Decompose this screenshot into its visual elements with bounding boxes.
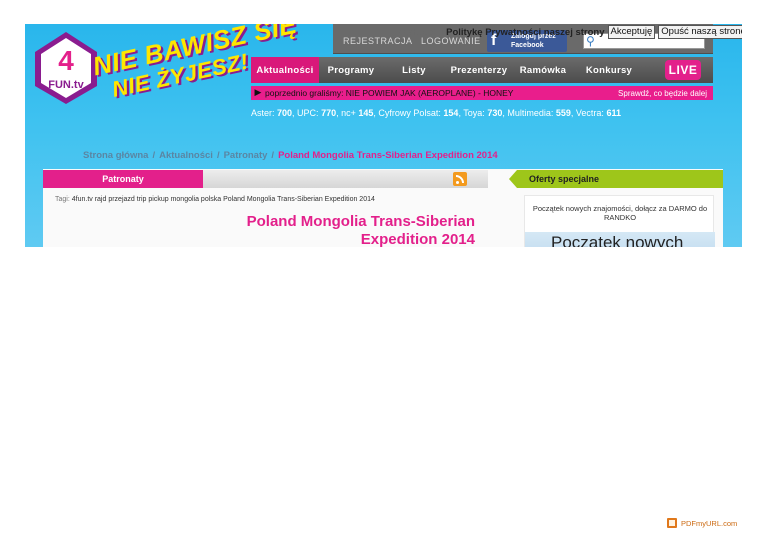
cookie-accept-button[interactable]: Akceptuję (607, 25, 656, 39)
article-title-line-2: Expedition 2014 (360, 231, 475, 247)
pdfmyurl-label: PDFmyURL.com (681, 518, 738, 528)
nav-item-listy[interactable]: Listy (383, 57, 445, 83)
channel-name: , Cyfrowy Polsat: (373, 108, 444, 118)
nav-item-konkursy[interactable]: Konkursy (573, 57, 645, 83)
nav-item-prezenterzy[interactable]: Prezenterzy (445, 57, 513, 83)
now-playing-bar: ▶ poprzednio graliśmy: NIE POWIEM JAK (A… (251, 86, 713, 100)
channel-name: , Multimedia: (502, 108, 556, 118)
channel-name: Aster: (251, 108, 278, 118)
channel-number: 730 (487, 108, 503, 118)
main-nav: Aktualności Programy Listy Prezenterzy R… (251, 57, 713, 83)
section-tab-bar (203, 170, 488, 188)
pdf-page: { "cookie_bar": { "message_prefix": "Zaa… (0, 0, 768, 543)
tags-list[interactable]: 4fun.tv rajd przejazd trip pickup mongol… (72, 196, 375, 203)
schedule-next-link[interactable]: Sprawdź, co będzie dalej (618, 89, 713, 98)
breadcrumb-separator: / (152, 150, 156, 161)
offer-text[interactable]: Początek nowych znajomości, dołącz za DA… (525, 204, 715, 222)
privacy-policy-link[interactable]: Politykę Prywatności naszej strony (446, 27, 604, 38)
logo-number: 4 (58, 45, 74, 76)
play-icon[interactable]: ▶ (251, 88, 265, 98)
article-title-line-1: Poland Mongolia Trans-Siberian (246, 213, 475, 230)
breadcrumb-patronaty[interactable]: Patronaty (224, 150, 268, 161)
cookie-message-prefix: Zaakceptuj (397, 26, 447, 38)
nav-item-ramowka[interactable]: Ramówka (513, 57, 573, 83)
channel-name: , UPC: (292, 108, 322, 118)
nav-item-programy[interactable]: Programy (319, 57, 383, 83)
content-area: Patronaty Oferty specjalne Tagi: 4fun.tv… (43, 169, 723, 247)
channel-name: , Toya: (458, 108, 488, 118)
channel-number: 559 (555, 108, 571, 118)
breadcrumb-home[interactable]: Strona główna (83, 150, 148, 161)
section-tab-oferty: Oferty specjalne (509, 170, 723, 188)
channel-number: 770 (321, 108, 337, 118)
offer-banner[interactable]: Początek nowych (525, 232, 715, 247)
cookie-leave-button[interactable]: Opuść naszą stronę (658, 25, 742, 39)
tags-label: Tagi: (55, 196, 70, 203)
breadcrumb-separator: / (271, 150, 275, 161)
website-viewport: 4 FUN.tv NIE BAWISZ SIĘ NIE ŻYJESZ! REJE… (25, 24, 742, 247)
logo-subtext: FUN.tv (48, 79, 84, 91)
cookie-message: Zaakceptuj Politykę Prywatności naszej s… (397, 27, 605, 38)
article-title: Poland Mongolia Trans-Siberian Expeditio… (213, 213, 475, 247)
now-playing-text: poprzednio graliśmy: NIE POWIEM JAK (AER… (265, 88, 514, 98)
channel-number: 145 (358, 108, 374, 118)
nav-item-aktualnosci[interactable]: Aktualności (251, 57, 319, 83)
pdfmyurl-icon (667, 518, 677, 528)
logo-4fun-icon[interactable]: 4 FUN.tv (31, 30, 101, 106)
section-tab-patronaty[interactable]: Patronaty (43, 170, 211, 188)
channel-number: 154 (443, 108, 459, 118)
article-tags: Tagi: 4fun.tv rajd przejazd trip pickup … (55, 196, 375, 203)
breadcrumb: Strona główna / Aktualności / Patronaty / Pola… (83, 150, 498, 161)
breadcrumb-separator: / (216, 150, 220, 161)
offer-banner-text: Początek nowych (551, 233, 684, 247)
channel-name: , nc+ (336, 108, 359, 118)
channel-number: 611 (606, 108, 621, 118)
channel-name: , Vectra: (570, 108, 607, 118)
pdfmyurl-watermark[interactable]: PDFmyURL.com (667, 518, 737, 528)
channel-number: 700 (277, 108, 293, 118)
cookie-consent-bar: Zaakceptuj Politykę Prywatności naszej s… (397, 25, 742, 39)
channel-numbers: Aster: 700, UPC: 770, nc+ 145, Cyfrowy P… (251, 108, 621, 118)
breadcrumb-current: Poland Mongolia Trans-Siberian Expeditio… (278, 150, 498, 161)
breadcrumb-aktualnosci[interactable]: Aktualności (159, 150, 213, 161)
special-offer-box[interactable]: Początek nowych znajomości, dołącz za DA… (524, 195, 715, 247)
live-button[interactable]: LIVE (665, 60, 701, 80)
rss-icon[interactable] (453, 172, 467, 186)
